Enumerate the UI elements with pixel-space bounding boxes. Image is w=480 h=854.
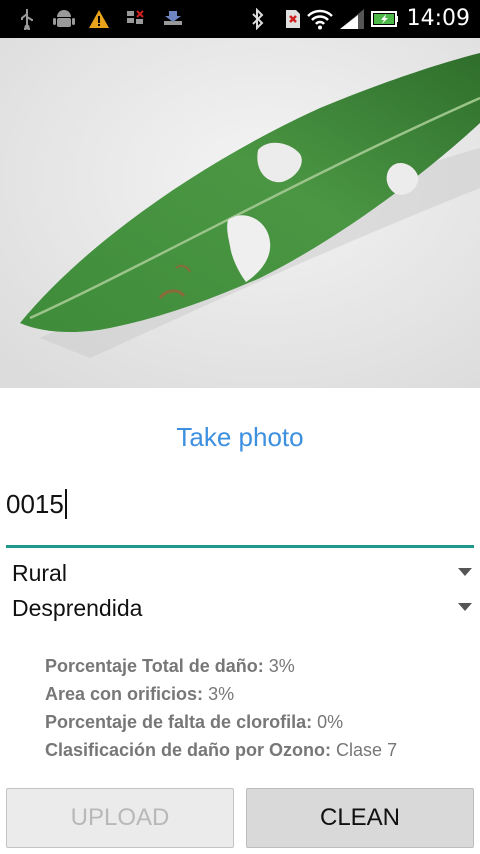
state-spinner[interactable]: Desprendida — [12, 591, 474, 625]
dropdown-arrow-icon — [458, 568, 472, 576]
download-icon — [160, 0, 186, 38]
result-row: Clasificación de daño por Ozono: Clase 7 — [45, 736, 465, 764]
id-input[interactable]: 0015 — [6, 474, 474, 548]
usb-icon — [16, 0, 38, 38]
zone-spinner[interactable]: Rural — [12, 556, 474, 590]
wifi-icon — [306, 0, 334, 38]
id-input-value: 0015 — [6, 489, 64, 519]
result-row: Area con orificios: 3% — [45, 680, 465, 708]
input-underline — [6, 545, 474, 548]
clock: 14:09 — [406, 6, 470, 31]
no-sim-icon — [282, 0, 304, 38]
battery-charging-icon — [370, 0, 400, 38]
upload-button[interactable]: UPLOAD — [6, 788, 234, 848]
dropdown-arrow-icon — [458, 603, 472, 611]
leaf-photo — [0, 38, 480, 388]
sim-error-icon — [124, 0, 146, 38]
state-spinner-value: Desprendida — [12, 595, 143, 621]
results-panel: Porcentaje Total de daño: 3% Area con or… — [45, 652, 465, 764]
take-photo-button[interactable]: Take photo — [0, 416, 480, 458]
result-label: Porcentaje de falta de clorofila: — [45, 712, 313, 732]
result-value: 3% — [268, 656, 295, 676]
result-value: 0% — [317, 712, 344, 732]
clean-button[interactable]: CLEAN — [246, 788, 474, 848]
signal-icon — [338, 0, 366, 38]
zone-spinner-value: Rural — [12, 560, 67, 586]
result-label: Area con orificios: — [45, 684, 204, 704]
status-bar: 14:09 — [0, 0, 480, 38]
warning-icon — [86, 0, 112, 38]
result-label: Porcentaje Total de daño: — [45, 656, 264, 676]
result-row: Porcentaje de falta de clorofila: 0% — [45, 708, 465, 736]
result-row: Porcentaje Total de daño: 3% — [45, 652, 465, 680]
result-value: Clase 7 — [336, 740, 398, 760]
result-value: 3% — [208, 684, 235, 704]
android-debug-icon — [52, 0, 76, 38]
result-label: Clasificación de daño por Ozono: — [45, 740, 332, 760]
text-caret — [64, 489, 67, 520]
bluetooth-icon — [248, 0, 268, 38]
